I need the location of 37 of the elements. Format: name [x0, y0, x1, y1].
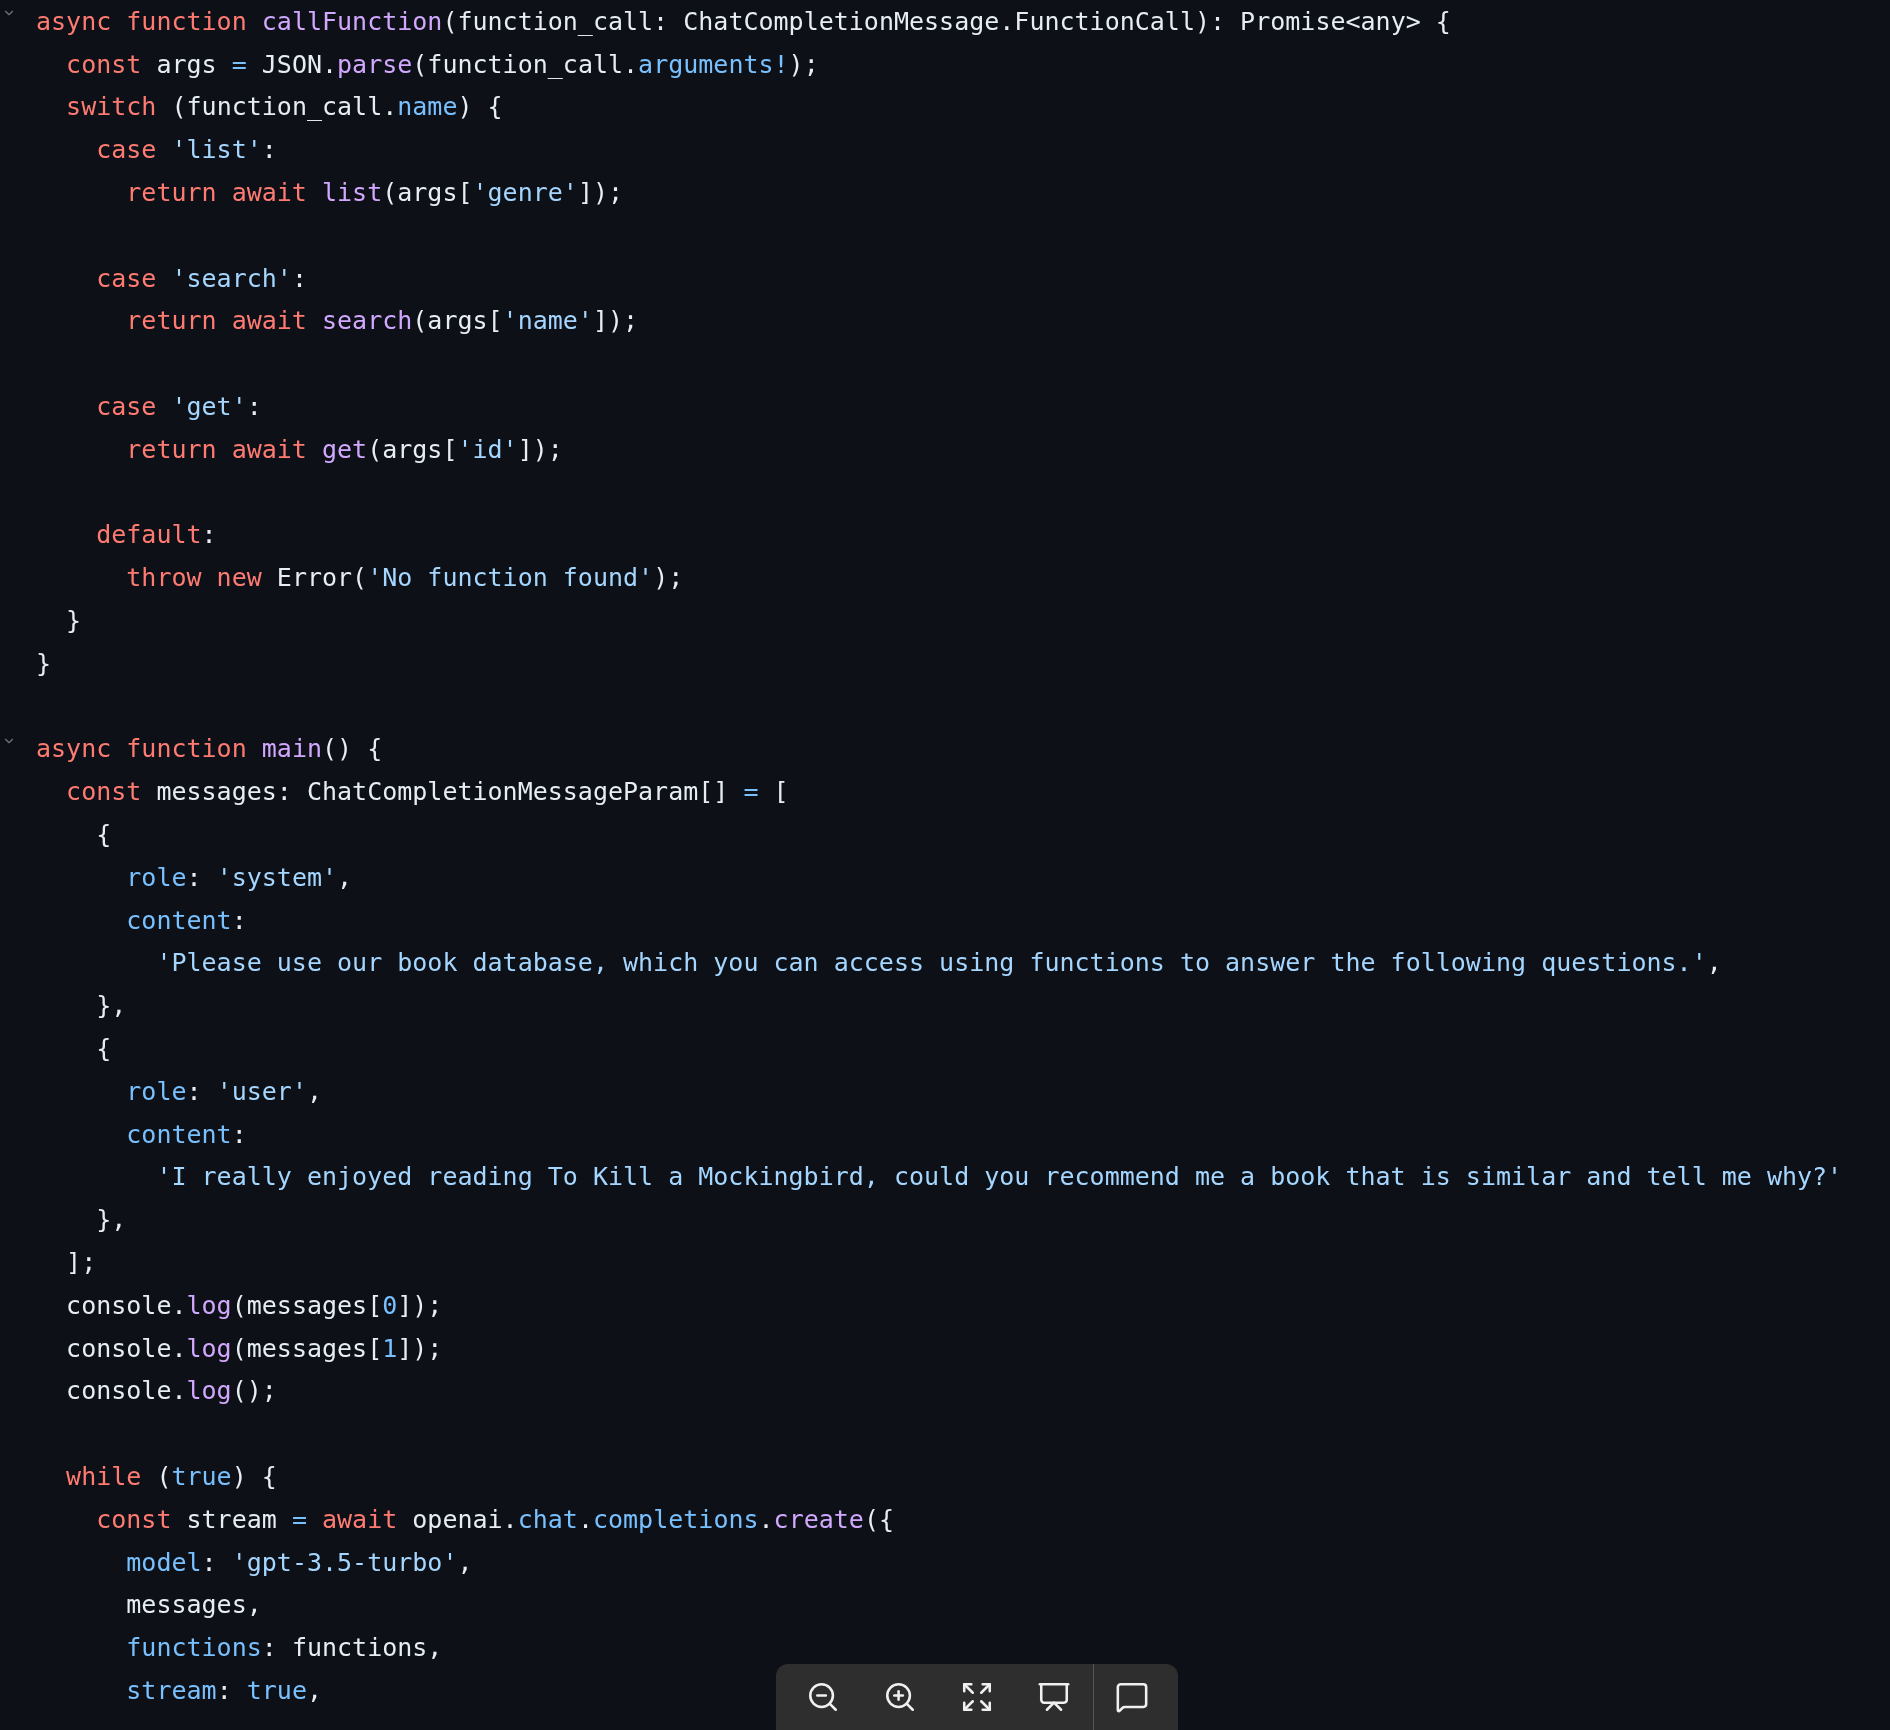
code-line: case 'list':: [95, 135, 277, 165]
code-line: console.log(messages[0]);: [65, 1290, 443, 1320]
code-line: switch (function_call.name) {: [65, 92, 503, 122]
code-line: 'I really enjoyed reading To Kill a Mockingbird, could you recommend me a book that is similar and tell me why?': [155, 1162, 1843, 1192]
code-line: role: 'user',: [125, 1076, 322, 1106]
code-line: role: 'system',: [125, 862, 353, 892]
code-line: {: [95, 1034, 112, 1063]
code-line: content:: [125, 1119, 247, 1149]
code-line: functions: functions,: [125, 1633, 443, 1663]
code-line: throw new Error('No function found');: [125, 563, 684, 593]
code-line: messages,: [125, 1590, 262, 1620]
code-line: stream: true,: [125, 1675, 322, 1705]
code-line: return await get(args['id']);: [125, 434, 563, 464]
code-line: ];: [65, 1248, 97, 1277]
code-line: while (true) {: [65, 1462, 277, 1491]
code-line: }: [36, 648, 52, 678]
code-line: async function main() {: [36, 734, 383, 764]
code-line: return await list(args['genre']);: [125, 178, 624, 208]
code-line: model: 'gpt-3.5-turbo',: [125, 1547, 473, 1577]
code-line: case 'get':: [95, 392, 262, 422]
code-line: }: [65, 606, 82, 636]
code-line: async function callFunction(function_call: ChatCompletionMessage.FunctionCall): Promise<any> {: [36, 6, 1451, 36]
code-line: content:: [125, 905, 247, 935]
speech-bubble-icon: [1114, 1680, 1149, 1714]
code-line: case 'search':: [95, 263, 307, 293]
code-line: return await search(args['name']);: [125, 306, 639, 336]
code-line: console.log();: [65, 1376, 277, 1406]
code-line: const messages: ChatCompletionMessageParam[] = [: [65, 777, 789, 807]
code-line: },: [95, 1205, 127, 1235]
code-line: {: [95, 820, 112, 850]
code-line: 'Please use our book database, which you can access using functions to answer the following questions.',: [155, 948, 1722, 978]
code-line: default:: [95, 520, 217, 550]
code-line: const stream = await openai.chat.completions.create({: [95, 1504, 895, 1534]
code-line: const args = JSON.parse(function_call.arguments!);: [65, 49, 819, 79]
presentation-icon: [1037, 1680, 1072, 1714]
code-line: console.log(messages[1]);: [65, 1333, 443, 1363]
code-line: },: [95, 991, 127, 1021]
